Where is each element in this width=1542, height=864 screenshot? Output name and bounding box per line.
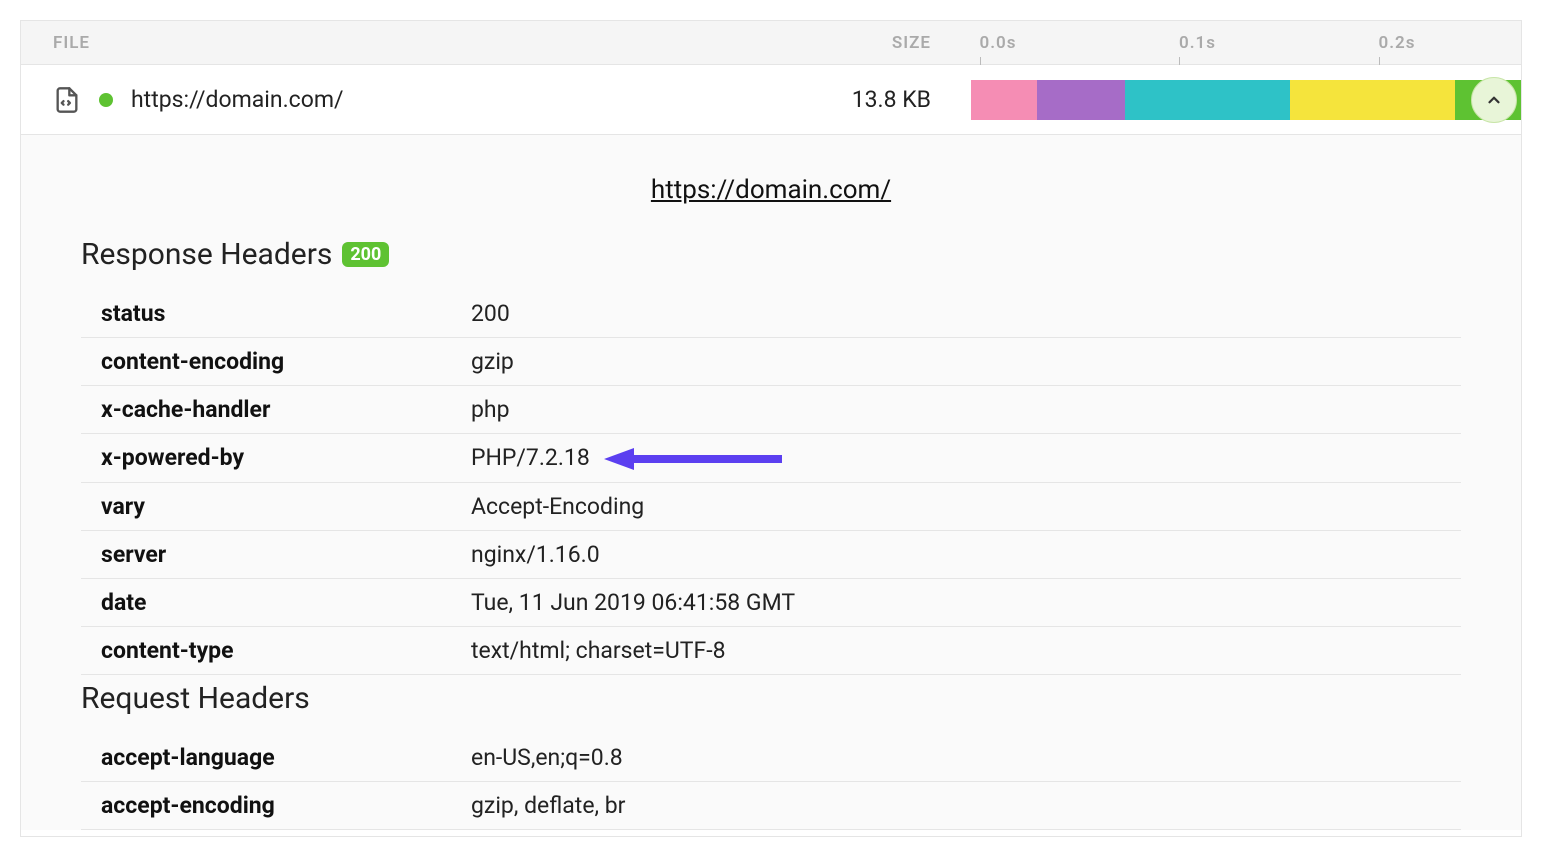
header-value: Accept-Encoding	[471, 482, 1461, 530]
time-tick-label: 0.1s	[1179, 33, 1216, 53]
collapse-button[interactable]	[1471, 77, 1517, 123]
column-header-row: FILE SIZE 0.0s 0.1s 0.2s	[21, 21, 1521, 65]
timeline-segment	[1290, 80, 1455, 120]
request-headers-table: accept-languageen-US,en;q=0.8accept-enco…	[81, 734, 1461, 830]
request-headers-title: Request Headers	[81, 681, 1461, 716]
table-row: x-powered-byPHP/7.2.18	[81, 434, 1461, 483]
table-row: content-typetext/html; charset=UTF-8	[81, 626, 1461, 674]
header-value: gzip, deflate, br	[471, 781, 1461, 829]
col-header-timeline: 0.0s 0.1s 0.2s	[951, 21, 1521, 64]
header-value: PHP/7.2.18	[471, 434, 1461, 483]
response-headers-label: Response Headers	[81, 237, 332, 272]
time-tick-label: 0.0s	[980, 33, 1017, 53]
header-value: 200	[471, 290, 1461, 338]
header-key: date	[81, 578, 471, 626]
time-tick: 0.0s	[980, 21, 1017, 64]
table-row: dateTue, 11 Jun 2019 06:41:58 GMT	[81, 578, 1461, 626]
header-key: accept-language	[81, 734, 471, 782]
timeline-bar	[971, 80, 1521, 120]
table-row: x-cache-handlerphp	[81, 386, 1461, 434]
table-row: servernginx/1.16.0	[81, 530, 1461, 578]
header-key: content-encoding	[81, 338, 471, 386]
header-key: server	[81, 530, 471, 578]
col-header-size: SIZE	[761, 33, 951, 53]
timeline-segment	[1125, 80, 1290, 120]
response-headers-title: Response Headers 200	[81, 237, 1461, 272]
header-value: gzip	[471, 338, 1461, 386]
status-dot-ok	[99, 93, 113, 107]
file-url: https://domain.com/	[131, 86, 343, 113]
table-row: content-encodinggzip	[81, 338, 1461, 386]
time-tick: 0.2s	[1379, 21, 1416, 64]
file-timeline	[951, 65, 1521, 134]
document-code-icon	[53, 86, 81, 114]
header-value: en-US,en;q=0.8	[471, 734, 1461, 782]
header-key: vary	[81, 482, 471, 530]
header-value: nginx/1.16.0	[471, 530, 1461, 578]
network-panel: FILE SIZE 0.0s 0.1s 0.2s https://domain.co…	[20, 20, 1522, 837]
details-url[interactable]: https://domain.com/	[81, 175, 1461, 205]
col-header-file: FILE	[21, 33, 761, 53]
header-key: status	[81, 290, 471, 338]
time-tick: 0.1s	[1179, 21, 1216, 64]
file-size: 13.8 KB	[761, 86, 951, 113]
file-row[interactable]: https://domain.com/ 13.8 KB	[21, 65, 1521, 135]
header-key: accept-encoding	[81, 781, 471, 829]
table-row: status200	[81, 290, 1461, 338]
table-row: accept-languageen-US,en;q=0.8	[81, 734, 1461, 782]
timeline-segment	[1037, 80, 1125, 120]
details-panel: https://domain.com/ Response Headers 200…	[21, 135, 1521, 830]
header-key: x-cache-handler	[81, 386, 471, 434]
header-key: x-powered-by	[81, 434, 471, 483]
header-value: text/html; charset=UTF-8	[471, 626, 1461, 674]
header-key: content-type	[81, 626, 471, 674]
annotation-arrow-icon	[604, 446, 784, 472]
status-badge: 200	[342, 242, 389, 268]
chevron-up-icon	[1485, 91, 1503, 109]
response-headers-table: status200content-encodinggzipx-cache-han…	[81, 290, 1461, 675]
header-value: php	[471, 386, 1461, 434]
table-row: accept-encodinggzip, deflate, br	[81, 781, 1461, 829]
header-value: Tue, 11 Jun 2019 06:41:58 GMT	[471, 578, 1461, 626]
timeline-segment	[971, 80, 1037, 120]
time-tick-label: 0.2s	[1379, 33, 1416, 53]
table-row: varyAccept-Encoding	[81, 482, 1461, 530]
file-cell: https://domain.com/	[21, 86, 761, 114]
